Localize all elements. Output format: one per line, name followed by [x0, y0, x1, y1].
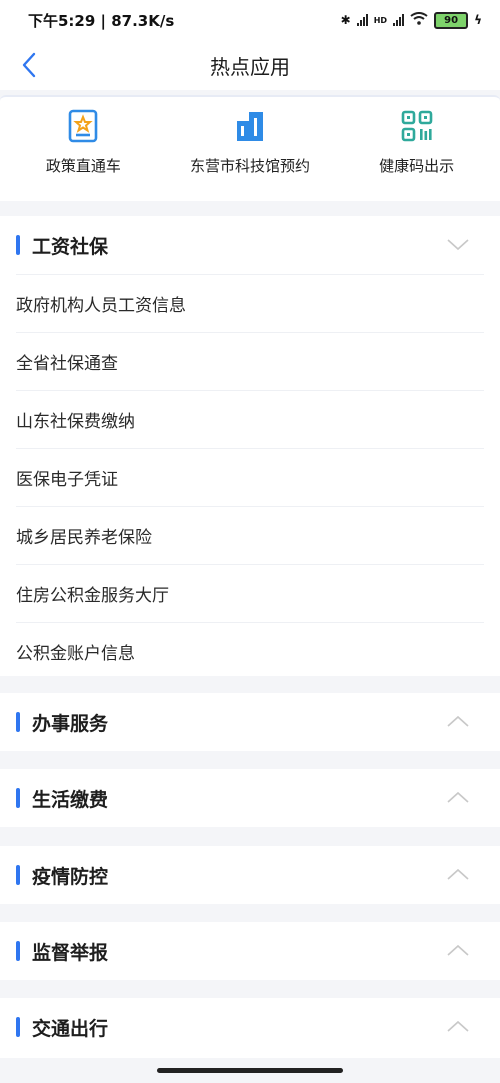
section-header[interactable]: 工资社保 [0, 216, 500, 274]
app-policy[interactable]: 政策直通车 [0, 97, 167, 201]
section-utility-payments: 生活缴费 [0, 769, 500, 827]
section-header[interactable]: 监督举报 [0, 922, 500, 980]
list-item[interactable]: 住房公积金服务大厅 [16, 564, 484, 622]
app-label: 健康码出示 [379, 157, 455, 175]
section-title: 生活缴费 [32, 788, 109, 811]
chevron-left-icon [22, 52, 36, 78]
list-item[interactable]: 山东社保费缴纳 [16, 390, 484, 448]
section-header[interactable]: 生活缴费 [0, 769, 500, 827]
app-label: 政策直通车 [45, 157, 121, 175]
chevron-up-icon [447, 791, 469, 803]
section-wages-social-security: 工资社保 政府机构人员工资信息 全省社保通查 山东社保费缴纳 医保电子凭证 城乡… [0, 216, 500, 676]
section-accent-bar [16, 235, 20, 255]
app-health-code[interactable]: 健康码出示 [333, 97, 500, 201]
status-time-speed: 下午5:29 | 87.3K/s [28, 11, 175, 30]
section-accent-bar [16, 788, 20, 808]
section-accent-bar [16, 1017, 20, 1037]
battery-icon: 90 [434, 11, 469, 29]
list-item[interactable]: 公积金账户信息 [16, 622, 484, 680]
back-button[interactable] [16, 50, 44, 80]
signal-icon [356, 14, 368, 26]
chevron-up-icon [447, 944, 469, 956]
hot-apps-row: 政策直通车 东营市科技馆预约 健康码出示 [0, 95, 500, 201]
section-header[interactable]: 疫情防控 [0, 846, 500, 904]
list-item[interactable]: 医保电子凭证 [16, 448, 484, 506]
list-item[interactable]: 全省社保通查 [16, 332, 484, 390]
wifi-icon [410, 12, 428, 28]
policy-badge-icon [66, 109, 100, 143]
section-transport: 交通出行 [0, 998, 500, 1058]
section-title: 工资社保 [32, 235, 109, 258]
section-title: 疫情防控 [32, 865, 109, 888]
charging-icon: ϟ [474, 13, 482, 27]
section-accent-bar [16, 865, 20, 885]
nav-bar: 热点应用 [0, 40, 500, 90]
section-header[interactable]: 交通出行 [0, 998, 500, 1056]
status-icons: ✱ HD 90 ϟ [340, 11, 482, 29]
chevron-up-icon [447, 868, 469, 880]
hd-label: HD [373, 15, 388, 25]
list-item[interactable]: 政府机构人员工资信息 [16, 274, 484, 332]
list-item[interactable]: 城乡居民养老保险 [16, 506, 484, 564]
chevron-up-icon [447, 715, 469, 727]
section-services: 办事服务 [0, 693, 500, 751]
chevron-up-icon [447, 1020, 469, 1032]
section-title: 交通出行 [32, 1017, 109, 1040]
home-indicator[interactable] [157, 1068, 343, 1073]
section-accent-bar [16, 712, 20, 732]
status-bar: 下午5:29 | 87.3K/s ✱ HD 90 ϟ [0, 0, 500, 40]
bluetooth-icon: ✱ [340, 13, 351, 27]
section-epidemic-control: 疫情防控 [0, 846, 500, 904]
qr-code-icon [400, 109, 434, 143]
app-science-museum[interactable]: 东营市科技馆预约 [167, 97, 334, 201]
section-accent-bar [16, 941, 20, 961]
building-icon [233, 109, 267, 143]
section-title: 办事服务 [32, 712, 109, 735]
app-label: 东营市科技馆预约 [189, 157, 310, 175]
signal-icon-2 [393, 14, 405, 26]
page-title: 热点应用 [210, 54, 290, 79]
section-supervision-report: 监督举报 [0, 922, 500, 980]
chevron-down-icon [447, 239, 469, 251]
section-title: 监督举报 [32, 941, 109, 964]
section-header[interactable]: 办事服务 [0, 693, 500, 751]
